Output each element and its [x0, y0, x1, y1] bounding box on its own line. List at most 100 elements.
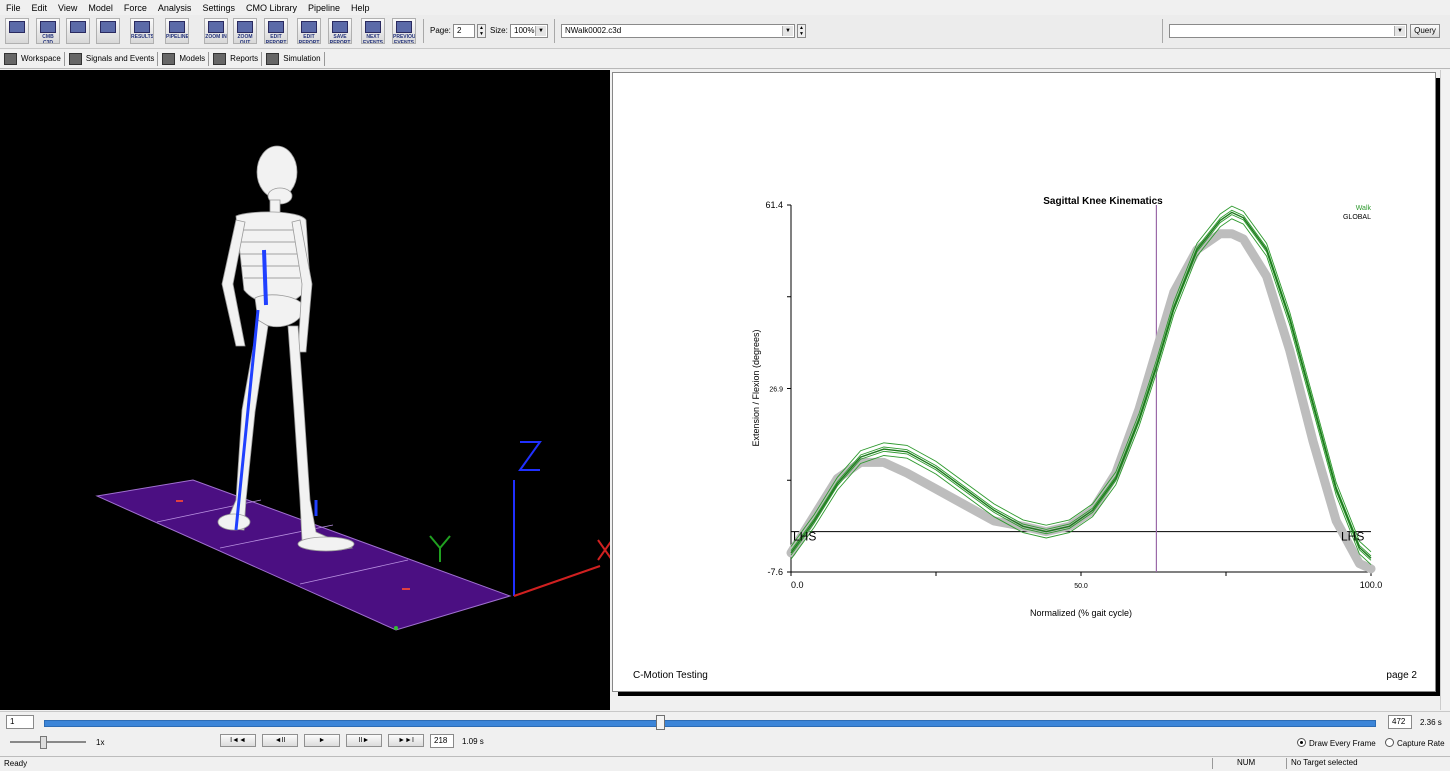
menu-item-force[interactable]: Force	[118, 3, 152, 13]
tab-reports-icon	[213, 52, 227, 65]
report-footer-right: page 2	[1386, 670, 1417, 681]
zoom-in-button[interactable]: ZOOM IN	[204, 18, 228, 44]
edit-report-button[interactable]: EDIT REPORT	[264, 18, 288, 44]
radio-icon	[1385, 738, 1394, 747]
size-label: Size:	[490, 26, 508, 35]
z-axis-label	[518, 441, 542, 471]
status-bar: Ready NUM No Target selected	[0, 756, 1450, 771]
spine-segment	[262, 249, 268, 306]
menu-item-edit[interactable]: Edit	[26, 3, 53, 13]
report-page: 61.4 26.9 -7.6 0.0 50.0 100.0 LHS LHS Sagittal K…	[612, 72, 1436, 692]
open-button[interactable]: CMB C3D	[36, 18, 60, 44]
timeline-thumb[interactable]	[655, 715, 665, 730]
status-text: Ready	[4, 759, 28, 768]
step-forward-button[interactable]: II►	[346, 734, 382, 747]
file-value: NWalk0002.c3d	[565, 26, 622, 35]
query-select[interactable]: ▼	[1169, 24, 1407, 38]
end-frame-field[interactable]: 472	[1388, 715, 1412, 729]
page-label: Page:	[430, 26, 451, 35]
last-frame-button[interactable]: ►►I	[388, 734, 424, 747]
speed-slider[interactable]	[10, 741, 86, 743]
vertical-scrollbar[interactable]	[1440, 70, 1450, 710]
skeleton-scene	[95, 145, 613, 631]
draw-every-frame-option[interactable]: Draw Every Frame	[1297, 738, 1376, 748]
y-tick-label: -7.6	[767, 567, 783, 577]
pipeline-button[interactable]: PIPELINE	[165, 18, 189, 44]
menu-item-model[interactable]: Model	[82, 3, 118, 13]
size-select[interactable]: 100% ▼	[510, 24, 548, 38]
next-events-button[interactable]: NEXT EVENTS	[361, 18, 385, 44]
x-tick-label: 100.0	[1360, 580, 1383, 590]
file-spinner[interactable]: ▲ ▼	[797, 24, 806, 38]
timeline-track[interactable]	[44, 720, 1376, 727]
3d-viewport[interactable]	[0, 70, 613, 710]
menu-item-pipeline[interactable]: Pipeline	[302, 3, 345, 13]
first-frame-button[interactable]: I◄◄	[220, 734, 256, 747]
tab-models[interactable]: Models	[158, 51, 210, 66]
save-icon	[70, 21, 86, 33]
walk-series-trial-line	[790, 218, 1372, 565]
zoom-out-button[interactable]: ZOOM OUT	[233, 18, 257, 44]
chevron-down-icon: ▼	[535, 26, 546, 36]
play-button[interactable]: ►	[304, 734, 340, 747]
event-marker-label: LHS	[793, 530, 816, 544]
page-spinner[interactable]: ▲ ▼	[477, 24, 486, 38]
print-button[interactable]	[96, 18, 120, 44]
start-frame-field[interactable]: 1	[6, 715, 34, 729]
tab-signals-and-events-icon	[68, 52, 82, 65]
timeline-panel: 1 472 2.36 s 1x 218 1.09 s Draw Every Fr…	[0, 711, 1450, 756]
chevron-down-icon: ▼	[782, 26, 793, 36]
walk-series-trial-line	[790, 205, 1372, 553]
menu-item-file[interactable]: File	[0, 3, 26, 13]
zoom-out-icon	[237, 21, 253, 33]
event-marker-label: LHS	[1341, 530, 1364, 544]
tab-signals-and-events[interactable]: Signals and Events	[65, 51, 159, 66]
walk-series-trial-line	[790, 214, 1372, 561]
current-time-label: 1.09 s	[462, 737, 484, 746]
speed-slider-thumb[interactable]	[40, 736, 47, 749]
end-time-label: 2.36 s	[1420, 718, 1442, 727]
menu-item-cmo-library[interactable]: CMO Library	[240, 3, 302, 13]
zoom-in-button-label: ZOOM IN	[205, 34, 227, 40]
file-select[interactable]: NWalk0002.c3d ▼	[561, 24, 795, 38]
open-button-label: CMB C3D	[42, 34, 54, 44]
chevron-down-icon: ▼	[1394, 26, 1405, 36]
edit-report-2-button[interactable]: EDIT REPORT	[297, 18, 321, 44]
x-tick-label: 50.0	[1074, 583, 1088, 590]
save-report-button[interactable]: SAVE REPORT	[328, 18, 352, 44]
menu-item-analysis[interactable]: Analysis	[152, 3, 197, 13]
next-events-icon	[365, 21, 381, 33]
tab-workspace[interactable]: Workspace	[0, 51, 65, 66]
report-footer-left: C-Motion Testing	[633, 670, 708, 681]
menu-item-view[interactable]: View	[52, 3, 82, 13]
prev-events-button[interactable]: PREVIOUS EVENTS	[392, 18, 416, 44]
new-button[interactable]	[5, 18, 29, 44]
legend-global: GLOBAL	[1343, 214, 1371, 221]
current-frame-field[interactable]: 218	[430, 734, 454, 748]
draw-every-frame-label: Draw Every Frame	[1309, 739, 1376, 748]
next-events-button-label: NEXT EVENTS	[362, 34, 383, 44]
capture-rate-option[interactable]: Capture Rate	[1385, 738, 1445, 748]
save-report-button-label: SAVE REPORT	[329, 34, 351, 44]
tab-bar: Workspace Signals and Events Models Reports…	[0, 49, 1450, 69]
pipeline-button-label: PIPELINE	[166, 34, 189, 40]
tab-simulation[interactable]: Simulation	[262, 51, 325, 66]
page-field[interactable]: 2	[453, 24, 475, 38]
toolbar: Page: 2 ▲ ▼ Size: 100% ▼ NWalk0002.c3d ▼ ▲ ▼…	[0, 15, 1450, 49]
save-button[interactable]	[66, 18, 90, 44]
tab-reports[interactable]: Reports	[209, 51, 263, 66]
y-tick-label: 61.4	[765, 200, 783, 210]
x-axis-label	[597, 539, 613, 561]
query-button[interactable]: Query	[1410, 24, 1440, 38]
print-icon	[100, 21, 116, 33]
step-back-button[interactable]: ◄II	[262, 734, 298, 747]
menu-item-settings[interactable]: Settings	[196, 3, 240, 13]
menu-item-help[interactable]: Help	[345, 3, 375, 13]
legend-walk: Walk	[1356, 205, 1372, 212]
results-button[interactable]: RESULTS	[130, 18, 154, 44]
report-shadow	[618, 692, 1438, 696]
walk-series-trial-line	[790, 209, 1372, 557]
tab-label: Reports	[230, 54, 259, 63]
num-lock-indicator: NUM	[1212, 758, 1262, 769]
prev-events-button-label: PREVIOUS EVENTS	[393, 34, 416, 44]
